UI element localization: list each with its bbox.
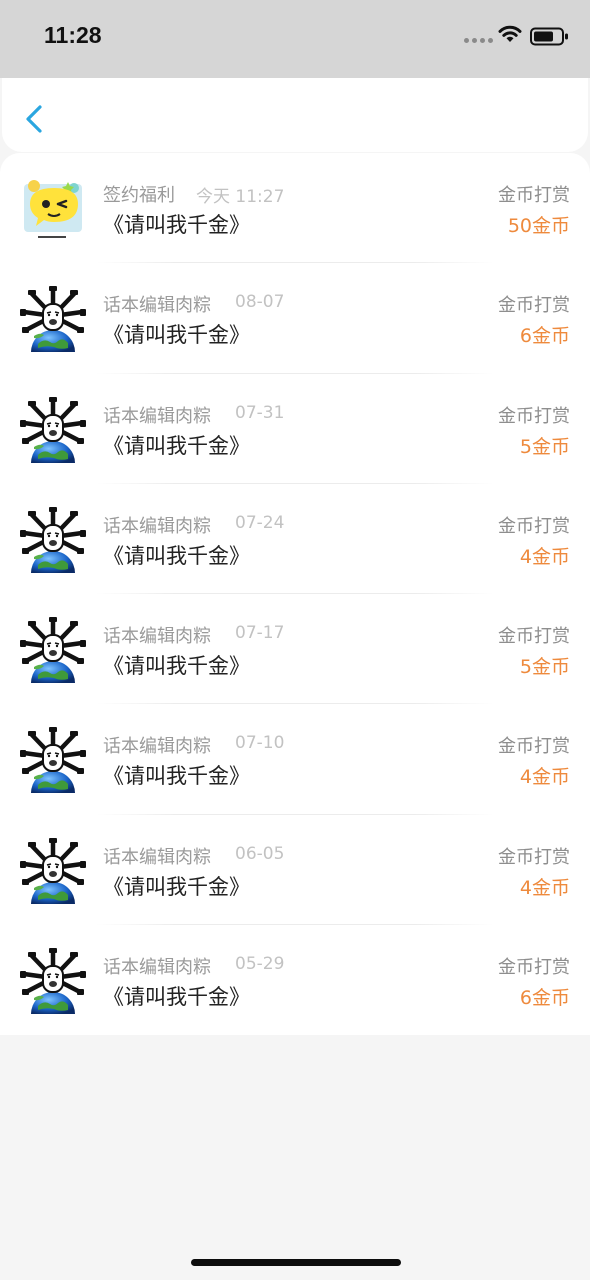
earth-avatar (20, 727, 86, 794)
book-title: 《请叫我千金》 (103, 764, 250, 789)
reward-amount: 4金币 (519, 766, 570, 789)
record-date: 07-31 (235, 402, 285, 423)
reward-type: 金币打赏 (498, 405, 570, 427)
list-item[interactable]: 签约福利 今天 11:27 《请叫我千金》 金币打赏 50金币 (0, 153, 590, 264)
reward-record-list: 签约福利 今天 11:27 《请叫我千金》 金币打赏 50金币 话本编辑肉粽 0… (0, 153, 590, 1035)
record-date: 05-29 (235, 953, 285, 974)
sender-name: 签约福利 (103, 185, 175, 206)
sender-name: 话本编辑肉粽 (103, 956, 211, 978)
reward-amount: 5金币 (519, 435, 570, 458)
list-item[interactable]: 话本编辑肉粽 07-31 《请叫我千金》 金币打赏 5金币 (0, 374, 590, 484)
record-date: 07-17 (235, 623, 285, 643)
sender-name: 话本编辑肉粽 (103, 515, 211, 537)
sender-name: 话本编辑肉粽 (103, 736, 211, 758)
wifi-icon (498, 25, 522, 42)
reward-amount: 5金币 (519, 656, 570, 678)
battery-icon (530, 27, 568, 46)
earth-avatar (20, 506, 86, 573)
list-item[interactable]: 话本编辑肉粽 07-10 《请叫我千金》 金币打赏 4金币 (0, 704, 590, 815)
reward-amount: 6金币 (519, 986, 570, 1009)
record-date: 07-10 (235, 733, 285, 754)
reward-type: 金币打赏 (498, 185, 570, 206)
reward-amount: 4金币 (519, 545, 570, 568)
list-item[interactable]: 话本编辑肉粽 05-29 《请叫我千金》 金币打赏 6金币 (0, 925, 590, 1035)
record-date: 07-24 (235, 512, 285, 533)
sender-name: 话本编辑肉粽 (103, 626, 211, 647)
home-indicator[interactable] (191, 1259, 401, 1266)
sender-name: 话本编辑肉粽 (103, 295, 211, 317)
reward-type: 金币打赏 (498, 295, 570, 317)
book-title: 《请叫我千金》 (103, 323, 250, 348)
reward-type: 金币打赏 (498, 956, 570, 978)
reward-amount: 4金币 (519, 876, 570, 899)
reward-amount: 6金币 (519, 325, 570, 348)
sticker-avatar (20, 176, 86, 242)
earth-avatar (20, 286, 86, 353)
book-title: 《请叫我千金》 (103, 543, 250, 568)
reward-type: 金币打赏 (498, 626, 570, 647)
status-time: 11:28 (44, 22, 102, 48)
earth-avatar (20, 837, 86, 904)
reward-amount: 50金币 (507, 215, 570, 237)
list-item[interactable]: 话本编辑肉粽 07-17 《请叫我千金》 金币打赏 5金币 (0, 594, 590, 705)
back-button[interactable] (22, 104, 46, 134)
record-date: 08-07 (235, 292, 285, 313)
book-title: 《请叫我千金》 (103, 874, 250, 899)
navigation-bar (2, 78, 588, 152)
book-title: 《请叫我千金》 (103, 654, 250, 678)
list-item[interactable]: 话本编辑肉粽 07-24 《请叫我千金》 金币打赏 4金币 (0, 484, 590, 594)
reward-type: 金币打赏 (498, 515, 570, 537)
book-title: 《请叫我千金》 (103, 433, 250, 458)
book-title: 《请叫我千金》 (103, 984, 250, 1009)
list-item[interactable]: 话本编辑肉粽 06-05 《请叫我千金》 金币打赏 4金币 (0, 815, 590, 925)
record-date: 今天 11:27 (196, 187, 285, 207)
book-title: 《请叫我千金》 (103, 213, 250, 237)
sender-name: 话本编辑肉粽 (103, 846, 211, 868)
earth-avatar (20, 396, 86, 463)
list-item[interactable]: 话本编辑肉粽 08-07 《请叫我千金》 金币打赏 6金币 (0, 263, 590, 374)
record-date: 06-05 (235, 843, 285, 864)
sender-name: 话本编辑肉粽 (103, 405, 211, 427)
status-bar: 11:28 (0, 0, 590, 78)
reward-type: 金币打赏 (498, 736, 570, 758)
earth-avatar (20, 616, 86, 683)
cellular-signal-icon (464, 38, 493, 43)
reward-type: 金币打赏 (498, 846, 570, 868)
earth-avatar (20, 947, 86, 1014)
